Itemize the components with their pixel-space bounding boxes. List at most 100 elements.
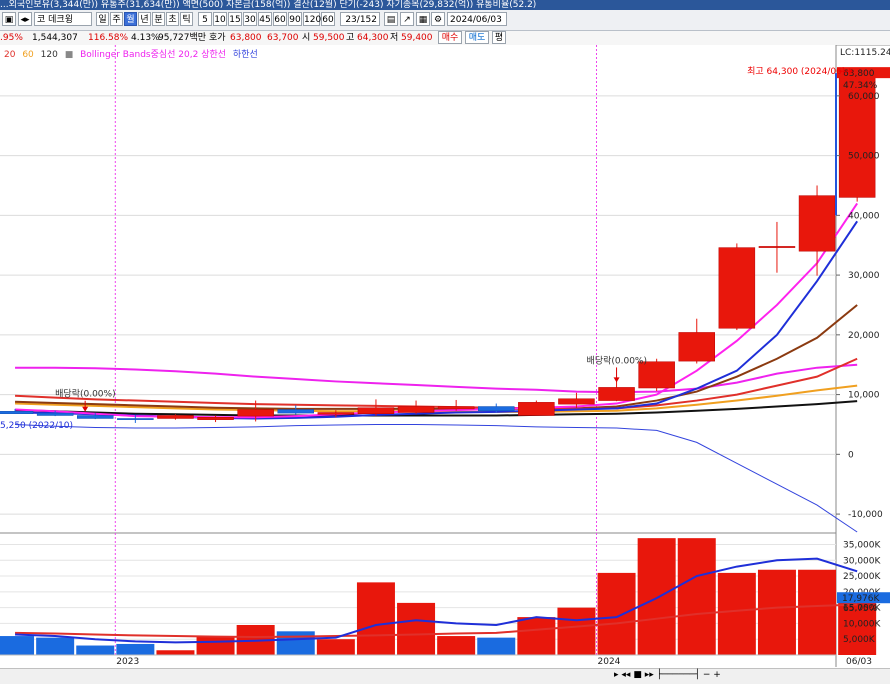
scroll-controls[interactable]: ▸ ◂◂ ■ ▸▸ ├──────┤ − + [614,670,721,680]
zoom-slider[interactable]: ├──────┤ [657,670,700,680]
legend-ma20: 20 [4,50,16,60]
eval-button[interactable]: 평 [492,31,506,44]
amount-value: 95,727백만 [158,33,207,43]
hoga-buy: 63,700 [267,33,299,43]
volume-bar [196,636,235,655]
minute-button-6[interactable]: 90 [288,12,302,26]
hoga-sell: 63,800 [230,33,262,43]
price-tick-label: 50,000 [848,152,880,162]
minute-button-7[interactable]: 120 [303,12,321,26]
volume-bar [637,538,676,655]
candle-body [478,406,515,411]
candle-body [237,409,274,417]
candle-body [117,418,154,420]
candle-body [357,407,395,414]
volume-pct: 65.75% [843,604,878,614]
candle-body [558,398,595,405]
titlebar-text: ...외국인보유(3,344(만)) 유통주(31,634(만)) 액면(500… [0,0,537,10]
forward-icon[interactable]: ▸▸ [645,670,654,680]
hoga-label: 호가 [209,33,226,43]
nav-arrows-icon[interactable]: ◂▸ [18,12,32,26]
candle-body [518,402,555,416]
count-field[interactable]: 23/152 [340,12,380,26]
price-tick-label: 20,000 [848,331,880,341]
candle-body [798,195,836,252]
high-value: 64,300 [357,33,389,43]
volume-ratio: 116.58% [88,33,129,43]
count-value: 23 [345,15,357,25]
link-icon[interactable]: ▣ [2,12,16,26]
indicator-legend[interactable]: 20 60 120 ■ Bollinger Bands중심선 20,2 상한선 … [4,47,262,60]
volume-bar [0,636,35,655]
period-button-4[interactable]: 분 [152,12,165,26]
period-button-2[interactable]: 월 [124,12,137,26]
chart-bottombar: ▸ ◂◂ ■ ▸▸ ├──────┤ − + [0,668,890,684]
zoom-out-icon[interactable]: − [703,670,711,680]
low-value: 59,400 [401,33,433,43]
candle-body [718,247,756,329]
period-button-5[interactable]: 초 [166,12,179,26]
volume-tick-label: 5,000K [843,635,876,645]
volume-bar [477,637,516,655]
play-icon[interactable]: ▸ [614,670,619,680]
minute-button-8[interactable]: 60 [321,12,335,26]
volume-bar [677,538,716,655]
change-pct: .95% [0,33,23,43]
price-tag: 63,800 [843,69,875,79]
x-axis-year-label: 2024 [598,657,621,667]
volume-bar [757,569,796,655]
volume-tag: 17,976K [842,594,880,604]
candle-body [437,406,475,410]
pct-tag: 47.34% [843,81,878,91]
gear-icon[interactable]: ⚙ [431,12,445,26]
legend-ma60: 60 [22,50,34,60]
candle-body [36,412,74,416]
buy-button[interactable]: 매수 [438,31,462,44]
date-tag: 06/03 [846,657,872,667]
count-total: /152 [356,15,377,25]
period-button-3[interactable]: 년 [138,12,151,26]
chart-settings-icon[interactable]: ▤ [384,12,398,26]
legend-bollinger: Bollinger Bands중심선 20,2 상한선 [80,50,227,60]
price-chart[interactable]: 60,000 50,000 40,000 30,000 20,000 10,000 0 -10… [0,45,890,668]
period-button-1[interactable]: 주 [110,12,123,26]
trend-icon[interactable]: ↗ [400,12,414,26]
minute-button-4[interactable]: 45 [258,12,272,26]
open-label: 시 [302,33,311,43]
volume-bar [76,645,115,655]
minute-button-5[interactable]: 60 [273,12,287,26]
chart-toolbar: ▣ ◂▸ 코 데크윙 일주월년분초틱 5 10 15 30 45 60 90 120 60 23… [0,10,890,31]
volume-bar [437,636,476,655]
x-axis-year-label: 2023 [116,657,139,667]
volume-bar [356,582,395,655]
stock-name-field[interactable]: 코 데크윙 [34,12,92,26]
zoom-in-icon[interactable]: + [713,670,721,680]
volume-bar [597,572,636,655]
volume-bar [798,569,837,655]
minute-button-0[interactable]: 5 [198,12,212,26]
candle-body [598,387,635,401]
volume-bar [276,631,315,655]
price-tick-label: 40,000 [848,211,880,221]
legend-bullet: ■ [64,50,74,60]
volume-bar [156,650,195,655]
period-button-0[interactable]: 일 [96,12,109,26]
save-icon[interactable]: ▦ [416,12,430,26]
volume-tick-label: 35,000K [843,540,881,550]
candle-body [397,406,435,413]
volume-tick-label: 10,000K [843,619,881,629]
high-label: 고 [346,33,355,43]
window-titlebar: ...외국인보유(3,344(만)) 유통주(31,634(만)) 액면(500… [0,0,890,10]
minute-button-1[interactable]: 10 [213,12,227,26]
candle-body [0,411,34,414]
stop-icon[interactable]: ■ [633,670,642,680]
volume-tick-label: 25,000K [843,572,881,582]
low-annotation: 5,250 (2022/10) [0,421,73,431]
period-button-6[interactable]: 틱 [180,12,193,26]
minute-button-2[interactable]: 15 [228,12,242,26]
rewind-icon[interactable]: ◂◂ [621,670,630,680]
minute-button-3[interactable]: 30 [243,12,257,26]
price-tick-label: 10,000 [848,391,880,401]
date-field[interactable]: 2024/06/03 [447,12,507,26]
sell-button[interactable]: 매도 [465,31,489,44]
